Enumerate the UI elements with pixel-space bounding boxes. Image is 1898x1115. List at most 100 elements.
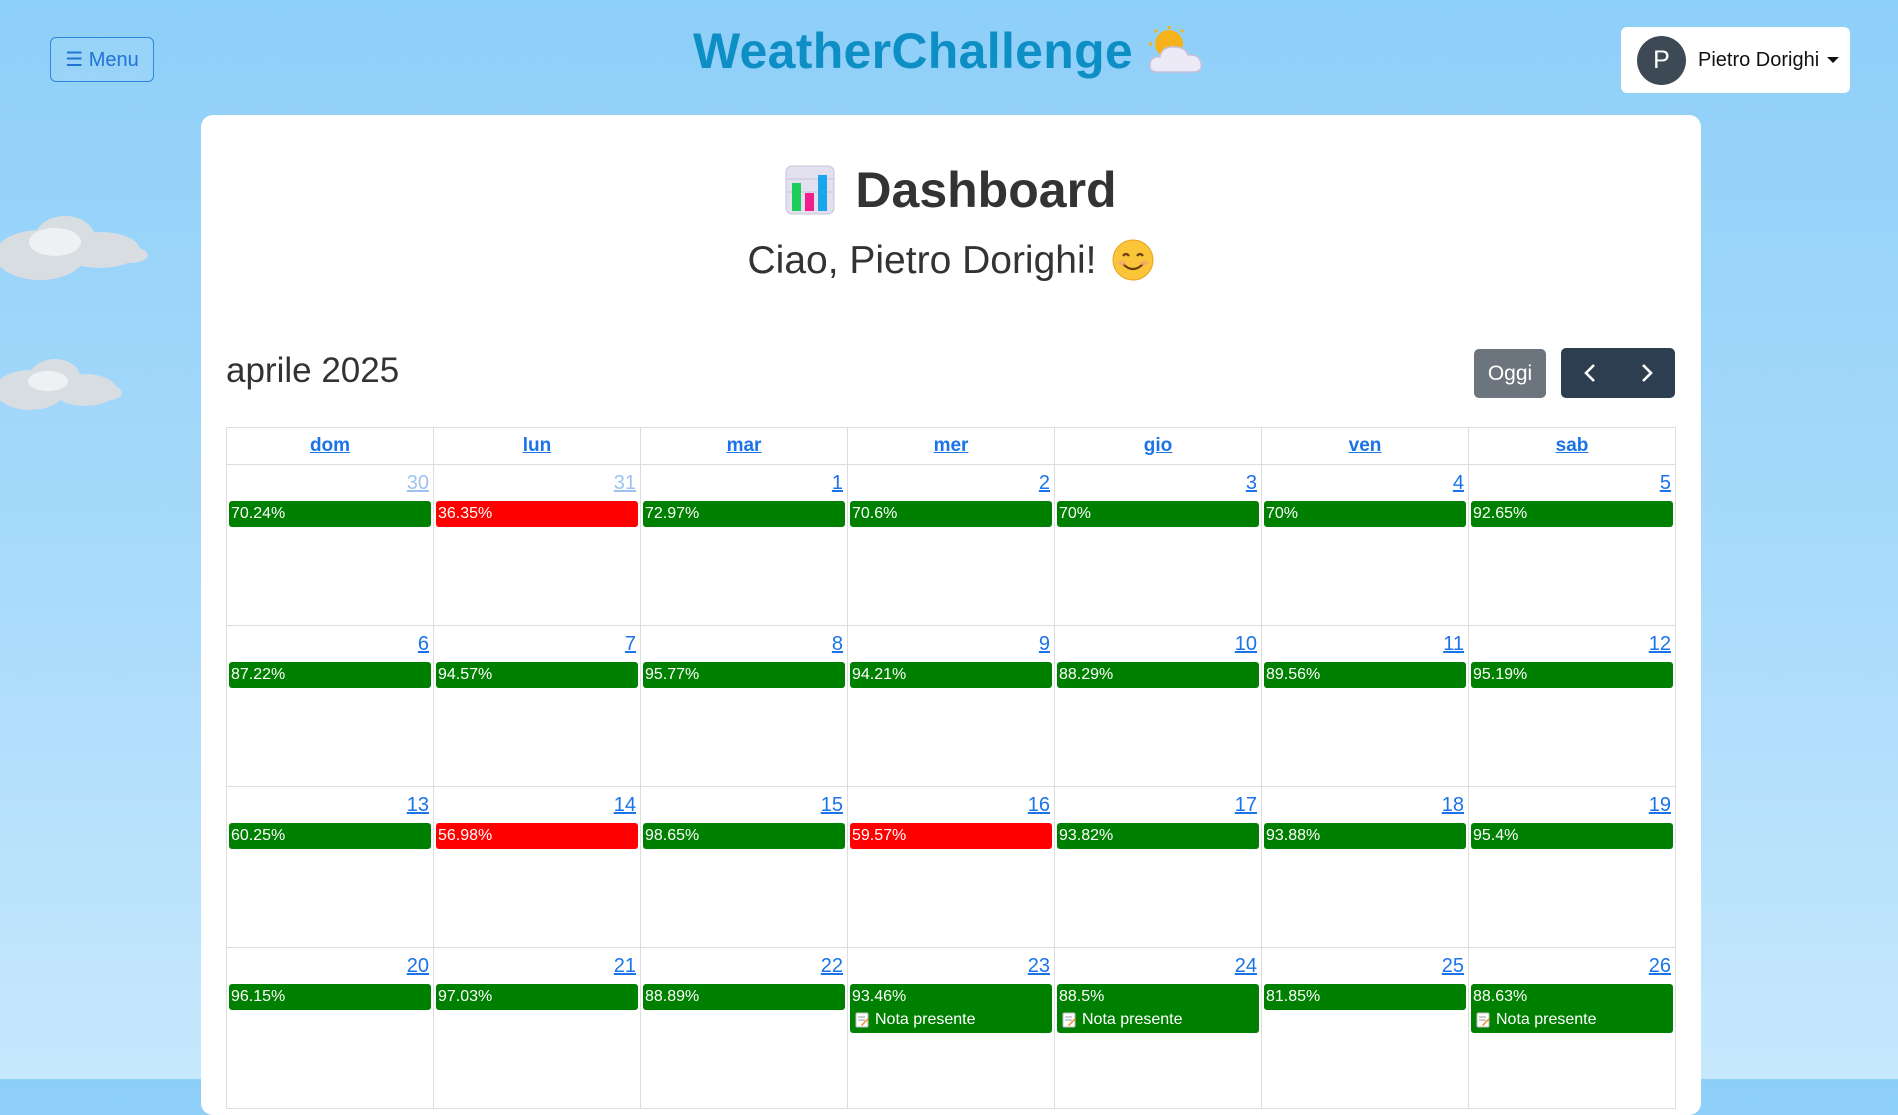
day-number-link[interactable]: 8 [641,626,847,659]
day-number-link[interactable]: 10 [1055,626,1261,659]
calendar-day-cell[interactable]: 20 96.15% [226,947,434,1109]
day-number-link[interactable]: 25 [1262,948,1468,981]
calendar-day-cell[interactable]: 14 56.98% [433,786,641,948]
day-number-link[interactable]: 18 [1262,787,1468,820]
score-event[interactable]: 92.65% [1471,501,1673,527]
calendar-day-cell[interactable]: 24 88.5% Nota presente [1054,947,1262,1109]
score-event[interactable]: 93.88% [1264,823,1466,849]
score-value: 72.97% [645,505,700,522]
calendar-day-cell[interactable]: 19 95.4% [1468,786,1676,948]
score-event[interactable]: 88.89% [643,984,845,1010]
day-number-link[interactable]: 24 [1055,948,1261,981]
calendar-day-cell[interactable]: 1 72.97% [640,464,848,626]
day-number-link[interactable]: 5 [1469,465,1675,498]
score-event[interactable]: 88.63% Nota presente [1471,984,1673,1033]
day-number-link[interactable]: 22 [641,948,847,981]
calendar-day-cell[interactable]: 8 95.77% [640,625,848,787]
score-event[interactable]: 95.77% [643,662,845,688]
calendar-day-cell[interactable]: 7 94.57% [433,625,641,787]
next-month-button[interactable] [1618,348,1675,398]
score-event[interactable]: 72.97% [643,501,845,527]
note-label: Nota presente [1082,1011,1183,1028]
score-event[interactable]: 70% [1057,501,1259,527]
weekday-header[interactable]: mar [640,427,848,465]
calendar-week-row: 6 87.22% 7 94.57% 8 95.77% 9 94.21% 10 88.29% 11 89… [226,625,1676,787]
score-event[interactable]: 89.56% [1264,662,1466,688]
score-event[interactable]: 95.19% [1471,662,1673,688]
dashboard-card: Dashboard Ciao, Pietro Dorighi! aprile 2… [201,115,1701,1115]
calendar-day-cell[interactable]: 11 89.56% [1261,625,1469,787]
today-button[interactable]: Oggi [1474,349,1546,398]
weekday-header[interactable]: dom [226,427,434,465]
day-number-link[interactable]: 19 [1469,787,1675,820]
score-event[interactable]: 88.29% [1057,662,1259,688]
calendar-day-cell[interactable]: 23 93.46% Nota presente [847,947,1055,1109]
day-number-link[interactable]: 17 [1055,787,1261,820]
day-number-link[interactable]: 30 [227,465,433,498]
day-number-link[interactable]: 16 [848,787,1054,820]
day-number-link[interactable]: 1 [641,465,847,498]
score-event[interactable]: 70% [1264,501,1466,527]
day-number-link[interactable]: 9 [848,626,1054,659]
day-number-link[interactable]: 12 [1469,626,1675,659]
score-event[interactable]: 93.46% Nota presente [850,984,1052,1033]
day-number-link[interactable]: 6 [227,626,433,659]
calendar-day-cell[interactable]: 10 88.29% [1054,625,1262,787]
score-event[interactable]: 93.82% [1057,823,1259,849]
day-number-link[interactable]: 31 [434,465,640,498]
day-number-link[interactable]: 13 [227,787,433,820]
weekday-header[interactable]: mer [847,427,1055,465]
calendar-day-cell[interactable]: 12 95.19% [1468,625,1676,787]
day-number-link[interactable]: 26 [1469,948,1675,981]
day-number-link[interactable]: 2 [848,465,1054,498]
day-number-link[interactable]: 3 [1055,465,1261,498]
weekday-header[interactable]: gio [1054,427,1262,465]
calendar-day-cell[interactable]: 2 70.6% [847,464,1055,626]
day-number-link[interactable]: 20 [227,948,433,981]
calendar-day-cell[interactable]: 15 98.65% [640,786,848,948]
day-number-link[interactable]: 11 [1262,626,1468,659]
calendar-day-cell[interactable]: 6 87.22% [226,625,434,787]
day-number-link[interactable]: 15 [641,787,847,820]
day-number-link[interactable]: 21 [434,948,640,981]
weekday-header[interactable]: ven [1261,427,1469,465]
score-event[interactable]: 98.65% [643,823,845,849]
calendar-day-cell[interactable]: 25 81.85% [1261,947,1469,1109]
calendar-day-cell[interactable]: 30 70.24% [226,464,434,626]
weekday-header[interactable]: lun [433,427,641,465]
calendar-day-cell[interactable]: 4 70% [1261,464,1469,626]
calendar-day-cell[interactable]: 18 93.88% [1261,786,1469,948]
calendar-day-cell[interactable]: 21 97.03% [433,947,641,1109]
day-number-link[interactable]: 23 [848,948,1054,981]
calendar-day-cell[interactable]: 3 70% [1054,464,1262,626]
calendar-day-cell[interactable]: 26 88.63% Nota presente [1468,947,1676,1109]
calendar-day-cell[interactable]: 22 88.89% [640,947,848,1109]
score-event[interactable]: 70.24% [229,501,431,527]
prev-month-button[interactable] [1561,348,1618,398]
score-event[interactable]: 94.21% [850,662,1052,688]
calendar-day-cell[interactable]: 9 94.21% [847,625,1055,787]
user-dropdown[interactable]: P Pietro Dorighi [1621,27,1850,93]
score-event[interactable]: 56.98% [436,823,638,849]
score-event[interactable]: 88.5% Nota presente [1057,984,1259,1033]
score-event[interactable]: 81.85% [1264,984,1466,1010]
score-event[interactable]: 87.22% [229,662,431,688]
calendar-day-cell[interactable]: 5 92.65% [1468,464,1676,626]
score-event[interactable]: 95.4% [1471,823,1673,849]
day-number-link[interactable]: 7 [434,626,640,659]
score-event[interactable]: 36.35% [436,501,638,527]
score-event[interactable]: 96.15% [229,984,431,1010]
score-event[interactable]: 60.25% [229,823,431,849]
score-event[interactable]: 94.57% [436,662,638,688]
calendar-day-cell[interactable]: 31 36.35% [433,464,641,626]
day-number-link[interactable]: 4 [1262,465,1468,498]
score-event[interactable]: 70.6% [850,501,1052,527]
calendar-day-cell[interactable]: 17 93.82% [1054,786,1262,948]
calendar-day-cell[interactable]: 16 59.57% [847,786,1055,948]
day-number-link[interactable]: 14 [434,787,640,820]
note-indicator: Nota presente [1059,1011,1257,1029]
calendar-day-cell[interactable]: 13 60.25% [226,786,434,948]
score-event[interactable]: 59.57% [850,823,1052,849]
weekday-header[interactable]: sab [1468,427,1676,465]
score-event[interactable]: 97.03% [436,984,638,1010]
